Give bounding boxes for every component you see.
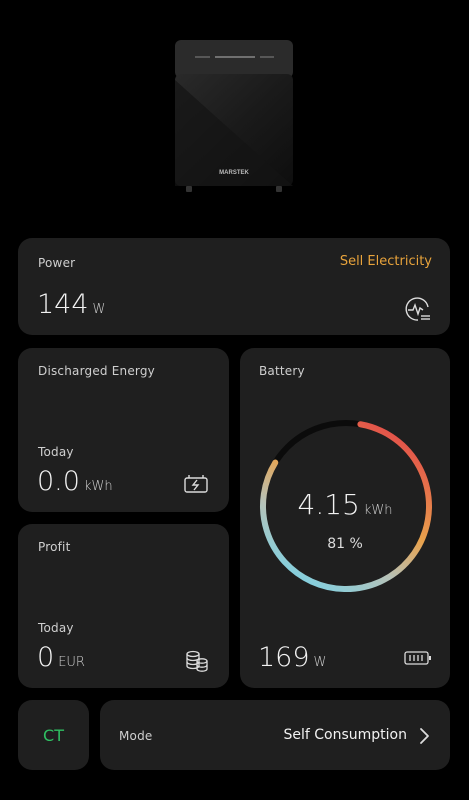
profit-period: Today xyxy=(38,621,74,635)
profit-card[interactable]: Profit Today 0 EUR xyxy=(18,524,229,688)
power-curve-icon xyxy=(404,295,432,327)
power-value-row: 144 W xyxy=(37,289,105,320)
battery-label: Battery xyxy=(259,364,305,378)
discharged-period: Today xyxy=(38,445,74,459)
profit-label: Profit xyxy=(38,540,71,554)
power-unit: W xyxy=(92,302,106,317)
discharged-value: 0.0 xyxy=(37,466,80,497)
power-card[interactable]: Power Sell Electricity 144 W xyxy=(18,238,450,335)
power-value: 144 xyxy=(37,289,89,320)
profit-value-row: 0 EUR xyxy=(37,642,85,673)
battery-full-icon xyxy=(404,650,432,670)
device-brand: MARSTEK xyxy=(219,170,249,176)
profit-value: 0 xyxy=(37,642,55,673)
power-status: Sell Electricity xyxy=(339,254,432,269)
battery-percent: 81 % xyxy=(327,536,363,552)
battery-power: 169 xyxy=(258,642,310,673)
mode-value: Self Consumption xyxy=(283,727,408,743)
discharged-value-row: 0.0 kWh xyxy=(37,466,113,497)
ct-button[interactable]: CT xyxy=(18,700,89,770)
battery-card[interactable]: Battery 4.15 kWh 81 % 169 W xyxy=(240,348,450,688)
chevron-right-icon xyxy=(418,727,430,749)
battery-energy-row: 4.15 kWh xyxy=(240,488,450,521)
battery-charge-icon xyxy=(183,473,209,499)
discharged-energy-card[interactable]: Discharged Energy Today 0.0 kWh xyxy=(18,348,229,512)
mode-row[interactable]: Mode Self Consumption xyxy=(100,700,450,770)
coins-icon xyxy=(185,650,209,676)
battery-energy-unit: kWh xyxy=(363,503,393,518)
discharged-unit: kWh xyxy=(83,479,113,494)
discharged-label: Discharged Energy xyxy=(38,364,155,378)
battery-power-row: 169 W xyxy=(258,642,326,673)
ct-label: CT xyxy=(43,725,64,745)
mode-label: Mode xyxy=(119,729,153,743)
profit-unit: EUR xyxy=(58,655,85,670)
device-image: MARSTEK xyxy=(170,36,300,196)
power-label: Power xyxy=(38,256,76,270)
battery-power-unit: W xyxy=(313,655,327,670)
battery-energy: 4.15 xyxy=(297,488,360,521)
